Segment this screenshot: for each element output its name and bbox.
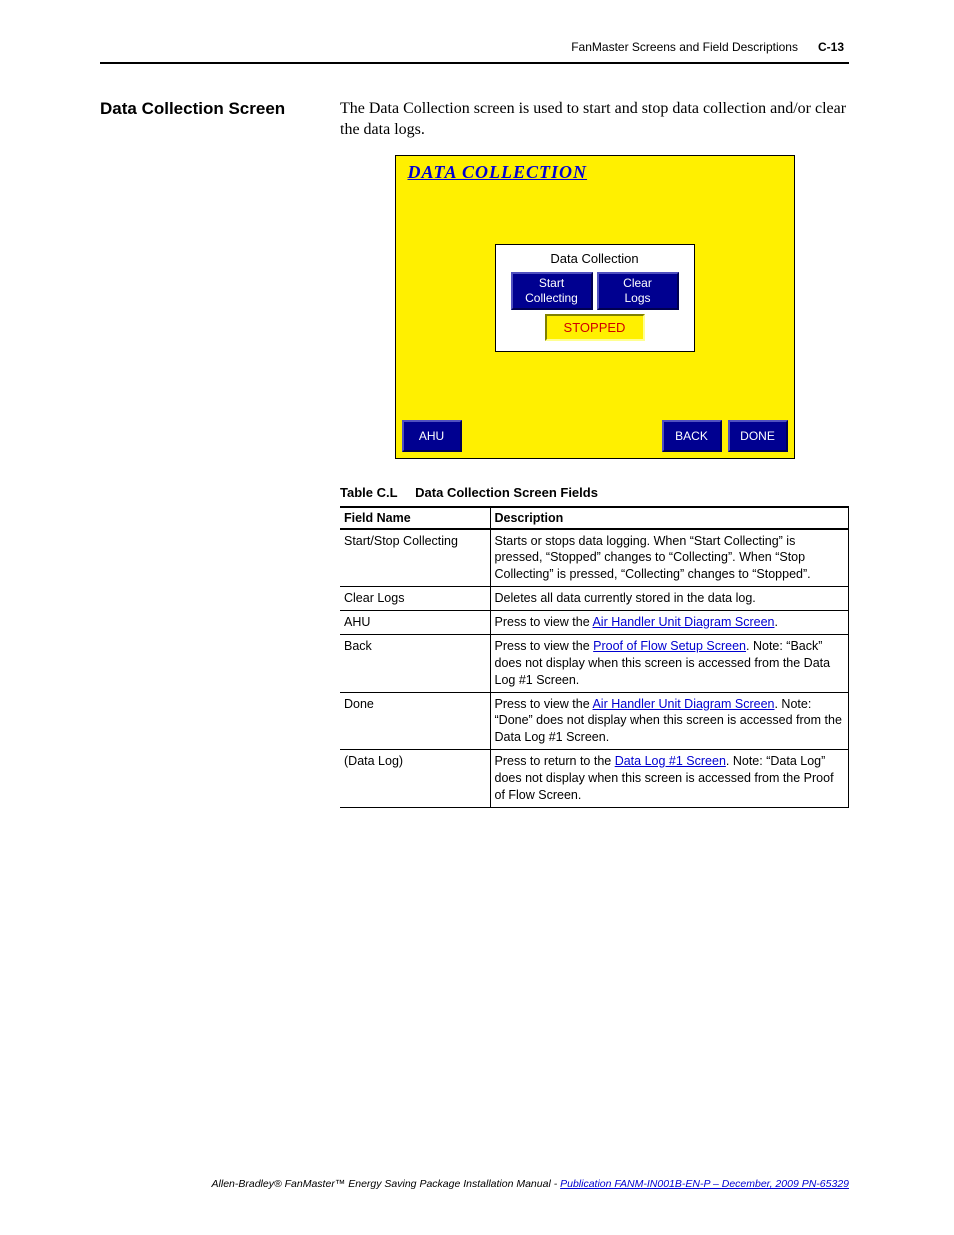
desc-cell: Starts or stops data logging. When “Star… — [490, 529, 849, 587]
table-row: Done Press to view the Air Handler Unit … — [340, 692, 849, 750]
footer-text: Allen-Bradley® FanMaster™ Energy Saving … — [212, 1178, 561, 1190]
desc-cell: Press to return to the Data Log #1 Scree… — [490, 750, 849, 808]
table-row: Clear Logs Deletes all data currently st… — [340, 587, 849, 611]
page-footer: Allen-Bradley® FanMaster™ Energy Saving … — [212, 1178, 849, 1190]
data-collection-panel: Data Collection Start Collecting Clear L… — [495, 244, 695, 352]
done-button[interactable]: DONE — [728, 420, 788, 452]
fields-table: Field Name Description Start/Stop Collec… — [340, 506, 849, 808]
clear-line1: Clear — [623, 276, 652, 290]
publication-link[interactable]: Publication FANM-IN001B-EN-P – December,… — [560, 1178, 849, 1190]
table-row: Start/Stop Collecting Starts or stops da… — [340, 529, 849, 587]
start-line2: Collecting — [525, 291, 578, 305]
data-collection-screenshot: DATA COLLECTION Data Collection Start Co… — [395, 155, 795, 459]
table-header-row: Field Name Description — [340, 507, 849, 529]
clear-line2: Logs — [624, 291, 650, 305]
desc-cell: Press to view the Proof of Flow Setup Sc… — [490, 634, 849, 692]
running-header: FanMaster Screens and Field Descriptions… — [0, 0, 954, 62]
field-cell: Back — [340, 634, 490, 692]
table-row: AHU Press to view the Air Handler Unit D… — [340, 611, 849, 635]
data-log-link[interactable]: Data Log #1 Screen — [615, 754, 726, 768]
ahu-button[interactable]: AHU — [402, 420, 462, 452]
desc-cell: Press to view the Air Handler Unit Diagr… — [490, 692, 849, 750]
table-caption: Table C.L Data Collection Screen Fields — [340, 485, 849, 500]
field-cell: AHU — [340, 611, 490, 635]
table-row: Back Press to view the Proof of Flow Set… — [340, 634, 849, 692]
section-heading: Data Collection Screen — [100, 99, 320, 119]
intro-paragraph: The Data Collection screen is used to st… — [340, 99, 849, 141]
field-cell: Start/Stop Collecting — [340, 529, 490, 587]
table-row: (Data Log) Press to return to the Data L… — [340, 750, 849, 808]
field-cell: Done — [340, 692, 490, 750]
desc-cell: Press to view the Air Handler Unit Diagr… — [490, 611, 849, 635]
header-title: FanMaster Screens and Field Descriptions — [571, 40, 798, 54]
ahu-diagram-link-2[interactable]: Air Handler Unit Diagram Screen — [592, 697, 774, 711]
start-collecting-button[interactable]: Start Collecting — [511, 272, 593, 310]
field-cell: (Data Log) — [340, 750, 490, 808]
header-page-number: C-13 — [818, 40, 844, 54]
col-description: Description — [490, 507, 849, 529]
start-line1: Start — [539, 276, 564, 290]
ahu-diagram-link[interactable]: Air Handler Unit Diagram Screen — [592, 615, 774, 629]
desc-cell: Deletes all data currently stored in the… — [490, 587, 849, 611]
proof-of-flow-link[interactable]: Proof of Flow Setup Screen — [593, 639, 746, 653]
back-button[interactable]: BACK — [662, 420, 722, 452]
field-cell: Clear Logs — [340, 587, 490, 611]
panel-title: Data Collection — [504, 251, 686, 272]
table-caption-label: Table C.L — [340, 485, 398, 500]
col-field-name: Field Name — [340, 507, 490, 529]
screenshot-title: DATA COLLECTION — [396, 156, 794, 189]
table-caption-text: Data Collection Screen Fields — [415, 485, 598, 500]
collection-status: STOPPED — [545, 314, 645, 341]
clear-logs-button[interactable]: Clear Logs — [597, 272, 679, 310]
